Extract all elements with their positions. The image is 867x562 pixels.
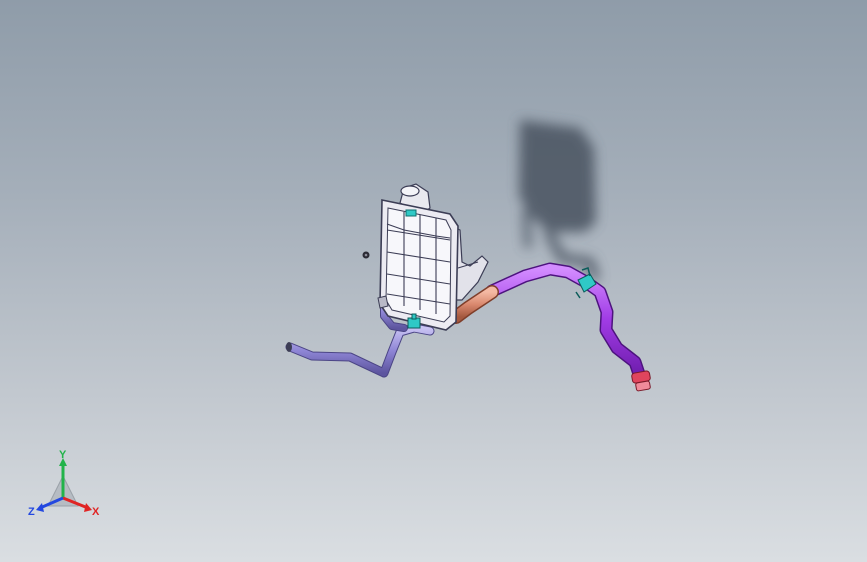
model-shadow [519, 120, 601, 282]
triad-x-arrow [84, 503, 92, 512]
top-clip [405, 209, 417, 217]
triad-z-arrow [36, 503, 44, 512]
model-scene[interactable] [0, 0, 867, 562]
orientation-triad[interactable]: Y X Z [26, 448, 106, 522]
graphics-viewport[interactable]: Y X Z [0, 0, 867, 562]
upper-hose[interactable] [485, 262, 648, 387]
small-fastener[interactable] [362, 251, 370, 259]
hose-end-fitting [286, 342, 292, 352]
outlet-fitting[interactable] [631, 370, 651, 392]
triad-x-label: X [92, 506, 100, 518]
triad-y-label: Y [59, 449, 67, 461]
triad-z-label: Z [28, 506, 35, 518]
